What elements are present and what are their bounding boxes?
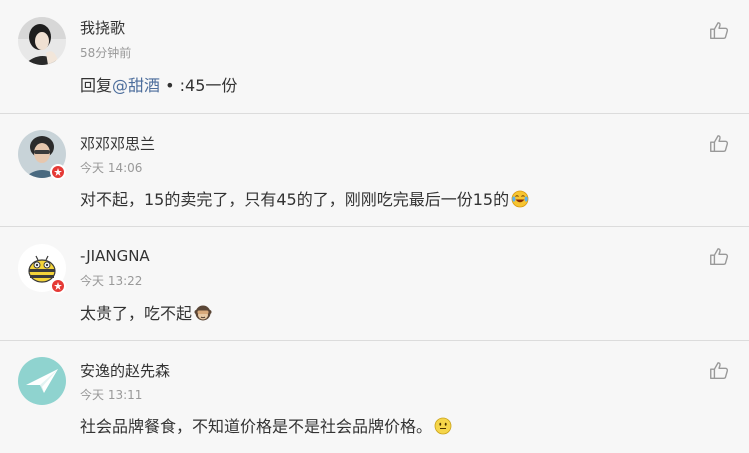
comment-timestamp: 今天 13:22 [80,274,143,288]
comment-body: 社会品牌餐食，不知道价格是不是社会品牌价格。 [80,417,433,436]
comment-username[interactable]: -JIANGNA [80,247,150,265]
comment-body: 太贵了，吃不起 [80,304,193,323]
comment-body: • :45一份 [160,76,238,95]
thumbs-up-icon [710,362,729,380]
mention-link[interactable]: @甜酒 [112,76,160,95]
see-no-evil-monkey-emoji-icon [194,304,212,326]
like-button[interactable] [708,133,730,155]
comment-username[interactable]: 我挠歌 [80,17,125,38]
avatar[interactable] [18,357,66,405]
smile-face-emoji-icon [434,417,452,439]
divider [0,113,749,114]
comment-list: 我挠歌 58分钟前 回复@甜酒 • :45一份 邓邓邓思兰 今天 14:06 对… [0,0,749,453]
comment-text: 对不起，15的卖完了，只有45的了，刚刚吃完最后一份15的 [80,186,529,212]
comment-body: 对不起，15的卖完了，只有45的了，刚刚吃完最后一份15的 [80,190,510,209]
reply-prefix: 回复 [80,76,113,95]
comment-timestamp: 今天 13:11 [80,388,143,402]
like-button[interactable] [708,360,730,382]
comment-text: 回复@甜酒 • :45一份 [80,72,237,96]
thumbs-up-icon [710,248,729,266]
thumbs-up-icon [710,135,729,153]
comment-text: 太贵了，吃不起 [80,300,212,326]
comment-username[interactable]: 邓邓邓思兰 [80,133,155,154]
comment-timestamp: 58分钟前 [80,46,132,60]
avatar[interactable] [18,17,66,65]
comment-timestamp: 今天 14:06 [80,161,143,175]
divider [0,340,749,341]
like-button[interactable] [708,246,730,268]
verified-badge-icon [50,278,66,294]
like-button[interactable] [708,20,730,42]
comment-username[interactable]: 安逸的赵先森 [80,360,170,381]
thumbs-up-icon [710,22,729,40]
divider [0,226,749,227]
comment-text: 社会品牌餐食，不知道价格是不是社会品牌价格。 [80,413,452,439]
laughing-tears-emoji-icon [511,190,529,212]
verified-badge-icon [50,164,66,180]
